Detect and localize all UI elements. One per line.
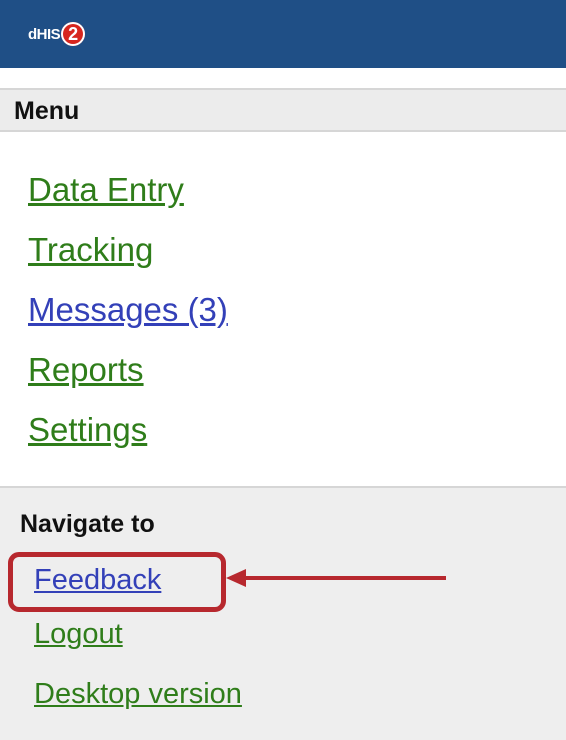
navigate-section: Navigate to Feedback Logout Desktop vers… [0,486,566,740]
nav-item-feedback[interactable]: Feedback [34,564,161,597]
menu-header: Menu [0,88,566,132]
logo-badge: 2 [61,22,86,46]
menu-list: Data Entry Tracking Messages (3) Reports… [28,160,228,460]
menu-item-settings[interactable]: Settings [28,400,228,460]
menu-item-reports[interactable]: Reports [28,340,228,400]
nav-item-logout[interactable]: Logout [34,618,123,651]
pointer-arrow-icon [226,569,446,587]
navigate-title: Navigate to [20,510,155,538]
menu-item-tracking[interactable]: Tracking [28,220,228,280]
menu-title: Menu [14,97,80,125]
menu-item-messages[interactable]: Messages (3) [28,280,228,340]
logo-text: dHIS [28,25,61,43]
top-header-bar: dHIS 2 [0,0,566,68]
nav-item-desktop-version[interactable]: Desktop version [34,678,242,711]
menu-item-data-entry[interactable]: Data Entry [28,160,228,220]
dhis2-logo[interactable]: dHIS 2 [28,20,86,48]
